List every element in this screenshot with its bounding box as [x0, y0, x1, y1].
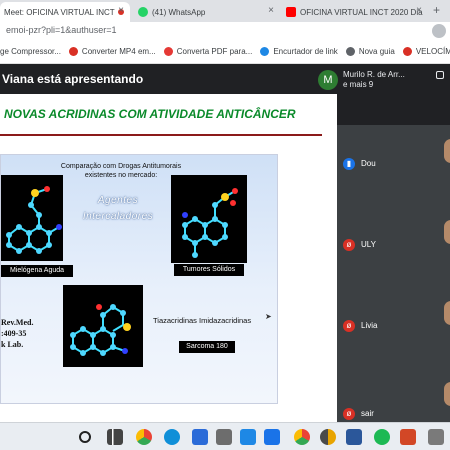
label-tumores: Tumores Sólidos: [174, 264, 244, 276]
participant-video: [444, 220, 450, 244]
bookmark-label: Encurtador de link: [273, 47, 338, 56]
speed-icon: [402, 47, 412, 56]
shared-slide: NOVAS ACRIDINAS COM ATIVIDADE ANTICÂNCER…: [0, 94, 337, 422]
molecule-image-3: [63, 285, 143, 367]
bookmark-compressor[interactable]: ge Compressor...: [0, 47, 61, 56]
meet-area: Viana está apresentando NOVAS ACRIDINAS …: [0, 64, 450, 422]
globe-icon: [345, 47, 355, 56]
label-mielogena: Mielógena Aguda: [1, 265, 73, 277]
reference-line3: k Lab.: [1, 340, 24, 349]
chrome-icon[interactable]: [136, 429, 152, 445]
presenter-name-line1: Murilo R. de Arr...: [343, 70, 405, 79]
tiazacridines-caption: Tiazacridinas Imidazacridinas: [153, 316, 252, 325]
bookmark-velocimetro[interactable]: VELOCÍM: [402, 47, 450, 56]
bookmark-converter-mp4[interactable]: Converter MP4 em...: [68, 47, 156, 56]
participant-video: [444, 301, 450, 325]
close-tab-icon[interactable]: ×: [268, 5, 274, 16]
store-icon[interactable]: [216, 429, 232, 445]
participant-tile[interactable]: ø sair: [337, 368, 450, 422]
chrome-canary-icon[interactable]: [320, 429, 336, 445]
bookmark-converta-pdf[interactable]: Converta PDF para...: [163, 47, 253, 56]
participant-video: [444, 139, 450, 163]
windows-search-icon[interactable]: [79, 431, 91, 443]
label-sarcoma: Sarcoma 180: [179, 341, 235, 353]
comparison-panel: Comparação com Drogas Antitumorais exist…: [0, 154, 278, 404]
panel-heading-line1: Comparação com Drogas Antitumorais: [60, 163, 182, 170]
mic-on-icon: ▮: [343, 158, 355, 170]
youtube-icon: [286, 7, 296, 17]
presenter-name-line2: e mais 9: [343, 80, 374, 89]
tab-meet-title: Meet: OFICINA VIRTUAL INCT: [4, 7, 115, 17]
pin-icon[interactable]: [436, 71, 444, 79]
bookmark-encurtador[interactable]: Encurtador de link: [260, 47, 338, 56]
mic-off-icon: ø: [343, 239, 355, 251]
reference-line2: :409-35: [1, 329, 27, 338]
participants-sidebar: M Murilo R. de Arr... e mais 9 ▮ Dou ø U…: [312, 64, 450, 422]
participant-tile[interactable]: ø Livia: [337, 287, 450, 369]
tab-youtube[interactable]: OFICINA VIRTUAL INCT 2020 Dia ×: [282, 2, 428, 22]
photos-icon[interactable]: [264, 429, 280, 445]
address-text: emoi-pzr?pli=1&authuser=1: [6, 25, 117, 35]
link-icon: [260, 47, 270, 56]
tab-whatsapp[interactable]: (41) WhatsApp ×: [134, 2, 280, 22]
avatar: M: [318, 70, 338, 90]
bookmark-label: VELOCÍM: [415, 47, 450, 56]
task-view-icon[interactable]: [107, 429, 123, 445]
settings-icon[interactable]: [428, 429, 444, 445]
heart-icon: [163, 47, 173, 56]
edge-icon[interactable]: [164, 429, 180, 445]
slide-title: NOVAS ACRIDINAS COM ATIVIDADE ANTICÂNCER: [4, 107, 296, 121]
bookmark-label: Converta PDF para...: [176, 47, 253, 56]
participant-video: [444, 382, 450, 406]
participant-name: sair: [361, 409, 374, 418]
spotify-icon[interactable]: [374, 429, 390, 445]
bookmark-label: Converter MP4 em...: [81, 47, 156, 56]
bookmark-label: Nova guia: [358, 47, 395, 56]
close-tab-icon[interactable]: ×: [416, 5, 422, 16]
presenter-header[interactable]: M Murilo R. de Arr... e mais 9: [312, 64, 450, 94]
agents-caption: Agentes Intercaladores: [73, 193, 163, 225]
windows-taskbar: [0, 422, 450, 450]
mail-icon[interactable]: [240, 429, 256, 445]
presenter-name: Murilo R. de Arr... e mais 9: [343, 70, 405, 90]
profile-avatar[interactable]: [432, 24, 446, 38]
molecule-image-2: [171, 175, 247, 263]
new-tab-button[interactable]: +: [433, 3, 440, 17]
tab-youtube-title: OFICINA VIRTUAL INCT 2020 Dia: [300, 7, 423, 17]
bookmark-label: ge Compressor...: [0, 47, 61, 56]
slide-divider: [0, 134, 322, 136]
tab-meet[interactable]: Meet: OFICINA VIRTUAL INCT ×: [0, 2, 130, 22]
powerpoint-icon[interactable]: [400, 429, 416, 445]
tab-strip: Meet: OFICINA VIRTUAL INCT × (41) WhatsA…: [0, 0, 450, 22]
agents-line2: Intercaladores: [82, 211, 154, 222]
folder-icon[interactable]: [192, 429, 208, 445]
presenting-banner: Viana está apresentando: [0, 64, 312, 94]
mouse-cursor-icon: ➤: [265, 312, 272, 321]
mic-off-icon: ø: [343, 408, 355, 420]
whatsapp-icon: [138, 7, 148, 17]
reference-line1: Rev.Med.: [1, 318, 34, 327]
address-bar[interactable]: emoi-pzr?pli=1&authuser=1: [0, 22, 450, 40]
molecule-image-1: [1, 175, 63, 261]
mic-off-icon: ø: [343, 320, 355, 332]
participant-tile[interactable]: ▮ Dou: [337, 125, 450, 207]
agents-line1: Agentes: [97, 195, 139, 206]
converter-icon: [68, 47, 78, 56]
participant-name: Livia: [361, 321, 378, 330]
participant-name: ULY: [361, 240, 376, 249]
close-tab-icon[interactable]: ×: [118, 5, 124, 16]
bookmark-nova-guia[interactable]: Nova guia: [345, 47, 395, 56]
bookmarks-bar: ge Compressor... Converter MP4 em... Con…: [0, 40, 450, 64]
chrome-icon[interactable]: [294, 429, 310, 445]
participant-tile[interactable]: ø ULY: [337, 206, 450, 288]
word-icon[interactable]: [346, 429, 362, 445]
tab-whatsapp-title: (41) WhatsApp: [152, 7, 206, 17]
reference-text: Rev.Med. :409-35 k Lab.: [1, 317, 33, 350]
participant-name: Dou: [361, 159, 376, 168]
